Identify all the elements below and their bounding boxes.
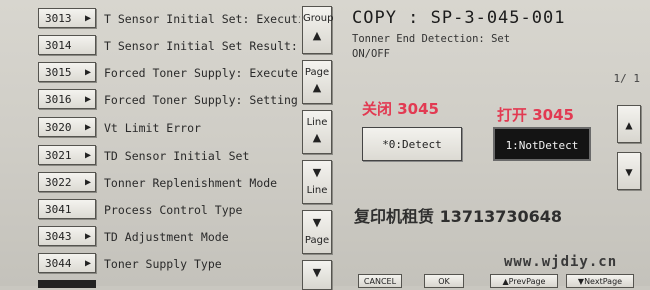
option-detect-button[interactable]: *0:Detect: [362, 127, 462, 161]
setting-name: Tonner End Detection: Set: [352, 33, 511, 45]
sp-label: Process Control Type: [104, 203, 243, 217]
list-item: 3021 ▶ TD Sensor Initial Set: [0, 145, 300, 167]
scroll-up-button[interactable]: ▲: [617, 105, 641, 143]
page-down-button[interactable]: ▼ Page: [302, 210, 332, 254]
list-item: 3013 ▶ T Sensor Initial Set: Executio: [0, 8, 300, 30]
sp-code: 3020: [45, 121, 72, 134]
sp-code: 3044: [45, 257, 72, 270]
sp-code-button[interactable]: 3013 ▶: [38, 8, 96, 28]
sp-code-button[interactable]: 3014: [38, 35, 96, 55]
prev-page-label: PrevPage: [508, 277, 546, 286]
scroll-down-button[interactable]: ▼: [617, 152, 641, 190]
sp-code-button[interactable]: 3016 ▶: [38, 89, 96, 109]
sp-label: TD Adjustment Mode: [104, 230, 229, 244]
watermark-text: 复印机租赁 13713730648: [354, 207, 563, 226]
triangle-up-icon: ▲: [312, 131, 322, 144]
page-up-button[interactable]: Page ▲: [302, 60, 332, 104]
sp-code: 3014: [45, 39, 72, 52]
partial-row-button[interactable]: [38, 280, 96, 288]
triangle-up-icon: ▲: [312, 29, 322, 42]
triangle-right-icon: ▶: [84, 177, 91, 188]
sp-code: 3043: [45, 230, 72, 243]
sp-code: 3022: [45, 176, 72, 189]
list-item: 3016 ▶ Forced Toner Supply: Setting: [0, 89, 300, 111]
annotation-on: 打开 3045: [497, 106, 574, 124]
sp-list: 3013 ▶ T Sensor Initial Set: Executio 301…: [0, 0, 300, 288]
triangle-up-icon: ▲: [312, 81, 322, 94]
annotation-off: 关闭 3045: [362, 100, 439, 118]
triangle-right-icon: ▶: [84, 231, 91, 242]
sp-mode-screen: 3013 ▶ T Sensor Initial Set: Executio 301…: [0, 0, 650, 290]
line-down-label: Line: [306, 185, 328, 196]
sp-code-button[interactable]: 3015 ▶: [38, 62, 96, 82]
sp-code-button[interactable]: 3020 ▶: [38, 117, 96, 137]
group-up-label: Group: [303, 13, 334, 24]
sp-code-button[interactable]: 3043 ▶: [38, 226, 96, 246]
sp-code-button[interactable]: 3041: [38, 199, 96, 219]
list-item: 3014 T Sensor Initial Set Result: D: [0, 35, 300, 57]
sp-label: T Sensor Initial Set Result: D: [104, 39, 300, 53]
sp-label: Forced Toner Supply: Setting: [104, 93, 298, 107]
next-page-label: NextPage: [584, 277, 623, 286]
triangle-right-icon: ▶: [84, 67, 91, 78]
triangle-right-icon: ▶: [84, 150, 91, 161]
sp-label: T Sensor Initial Set: Executio: [104, 12, 300, 26]
page-up-label: Page: [304, 67, 330, 78]
page-title: COPY : SP-3-045-001: [352, 8, 566, 28]
list-item: 3015 ▶ Forced Toner Supply: Execute: [0, 62, 300, 84]
setting-mode: ON/OFF: [352, 48, 390, 60]
triangle-right-icon: ▶: [84, 258, 91, 269]
triangle-right-icon: ▶: [84, 94, 91, 105]
list-item: 3044 ▶ Toner Supply Type: [0, 253, 300, 275]
sp-code: 3016: [45, 93, 72, 106]
sp-label: Toner Supply Type: [104, 257, 222, 271]
page-down-label: Page: [304, 235, 330, 246]
triangle-down-icon: ▼: [312, 166, 322, 179]
line-up-label: Line: [306, 117, 328, 128]
sp-label: Tonner Replenishment Mode: [104, 176, 278, 190]
group-up-button[interactable]: Group ▲: [302, 6, 334, 54]
sp-code: 3013: [45, 12, 72, 25]
line-up-button[interactable]: Line ▲: [302, 110, 332, 154]
sp-code-button[interactable]: 3022 ▶: [38, 172, 96, 192]
line-down-button[interactable]: ▼ Line: [302, 160, 332, 204]
list-item: 3022 ▶ Tonner Replenishment Mode: [0, 172, 300, 194]
sp-code-button[interactable]: 3021 ▶: [38, 145, 96, 165]
triangle-down-icon: ▼: [312, 216, 322, 229]
triangle-right-icon: ▶: [84, 13, 91, 24]
scroll-controls: Group ▲ Page ▲ Line ▲ ▼ Line ▼ Page ▼: [300, 0, 336, 290]
triangle-up-icon: ▲: [625, 118, 633, 132]
sp-code: 3015: [45, 66, 72, 79]
list-item: 3043 ▶ TD Adjustment Mode: [0, 226, 300, 248]
sp-label: Forced Toner Supply: Execute: [104, 66, 298, 80]
setting-detail: COPY : SP-3-045-001 Tonner End Detection…: [340, 0, 650, 288]
triangle-down-icon: ▼: [312, 266, 322, 279]
page-indicator: 1/ 1: [613, 72, 641, 85]
sp-code-button[interactable]: 3044 ▶: [38, 253, 96, 273]
sp-label: TD Sensor Initial Set: [104, 149, 250, 163]
list-item: 3041 Process Control Type: [0, 199, 300, 221]
triangle-right-icon: ▶: [84, 122, 91, 133]
list-item: 3020 ▶ Vt Limit Error: [0, 117, 300, 139]
option-notdetect-button[interactable]: 1:NotDetect: [493, 127, 591, 161]
sp-label: Vt Limit Error: [104, 121, 201, 135]
triangle-down-icon: ▼: [625, 165, 633, 179]
sp-code: 3021: [45, 149, 72, 162]
sp-code: 3041: [45, 203, 72, 216]
watermark-site: www.wjdiy.cn: [504, 254, 618, 270]
